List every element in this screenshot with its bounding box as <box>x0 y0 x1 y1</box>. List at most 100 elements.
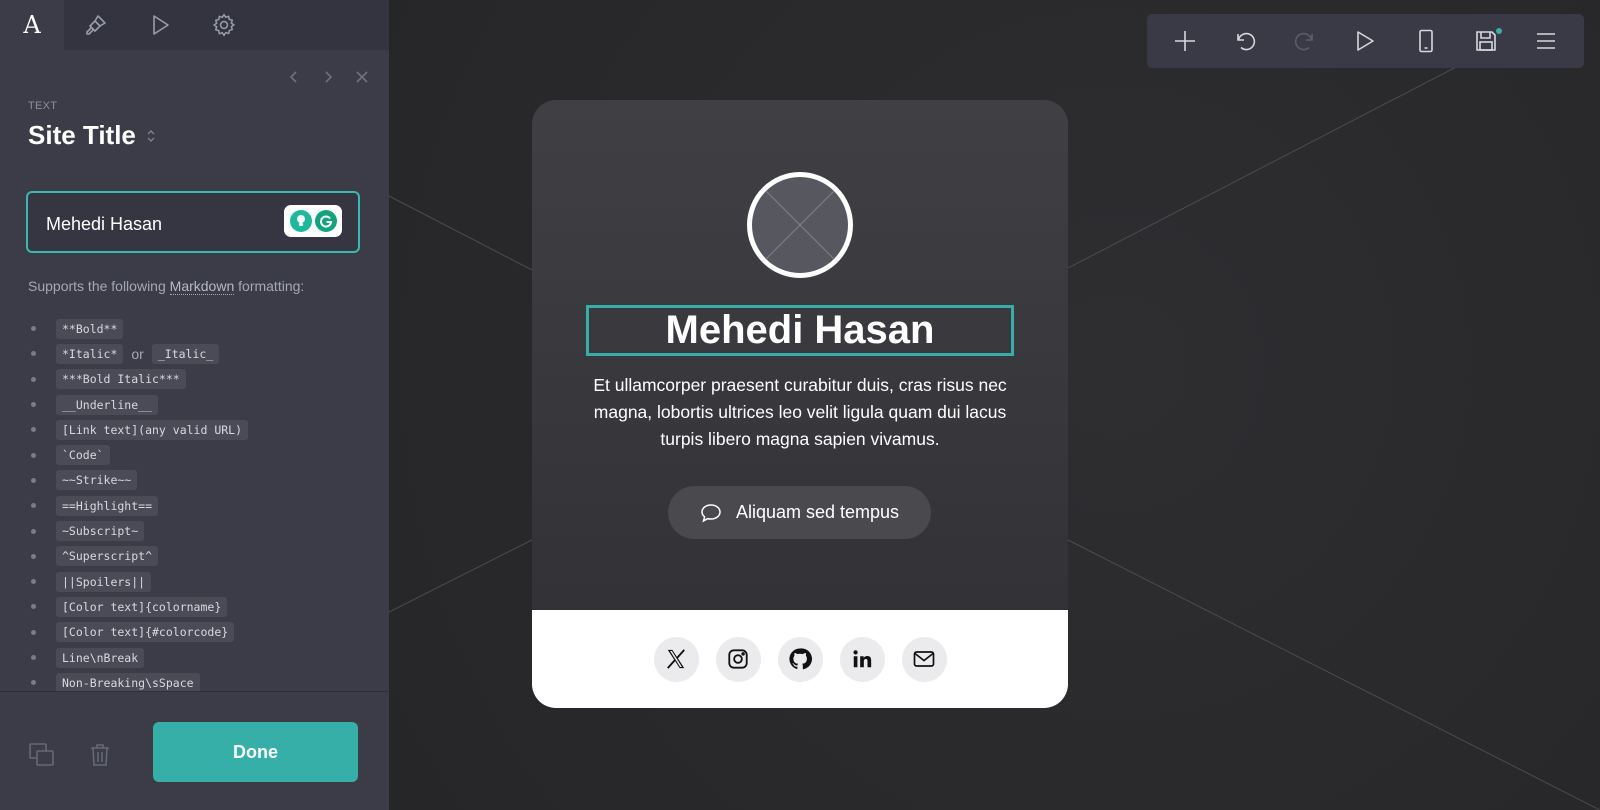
email-icon <box>913 651 935 667</box>
social-email-button[interactable] <box>901 636 947 682</box>
cta-button[interactable]: Aliquam sed tempus <box>668 486 931 539</box>
duplicate-icon <box>29 743 54 766</box>
markdown-link[interactable]: Markdown <box>169 278 235 295</box>
list-item: *Italic* or _Italic_ <box>28 341 358 366</box>
or-label: or <box>131 345 144 362</box>
redo-button[interactable] <box>1285 21 1325 61</box>
editor-panel: A TEXT Site Title Mehedi Hasan Supports … <box>0 0 389 810</box>
title-input-wrapper <box>26 191 360 253</box>
panel-nav <box>283 66 373 88</box>
markdown-hint: Supports the following Markdown formatti… <box>28 278 305 295</box>
section-label: TEXT <box>28 100 58 112</box>
unsaved-indicator <box>1495 28 1502 34</box>
site-description[interactable]: Et ullamcorper praesent curabitur duis, … <box>582 372 1018 453</box>
social-linkedin-button[interactable] <box>839 636 885 682</box>
tab-settings[interactable] <box>192 0 256 50</box>
md-hint-suffix: formatting: <box>238 278 305 294</box>
title-input[interactable] <box>46 213 276 235</box>
section-title: Site Title <box>28 120 136 150</box>
list-item: ^Superscript^ <box>28 544 358 569</box>
list-item: [Color text]{colorname} <box>28 594 358 619</box>
markdown-code: _Italic_ <box>151 343 220 364</box>
list-item: `Code` <box>28 442 358 467</box>
undo-button[interactable] <box>1225 21 1265 61</box>
duplicate-button[interactable] <box>29 742 55 768</box>
tab-animation[interactable] <box>128 0 192 50</box>
mobile-view-button[interactable] <box>1406 21 1446 61</box>
gear-icon <box>212 13 236 37</box>
list-item: ==Highlight== <box>28 493 358 518</box>
chat-bubble-icon <box>701 503 721 523</box>
cta-label: Aliquam sed tempus <box>735 502 900 522</box>
markdown-code: Line\nBreak <box>56 647 145 668</box>
social-x-button[interactable] <box>653 636 699 682</box>
social-instagram-button[interactable] <box>715 636 761 682</box>
markdown-code: ||Spoilers|| <box>56 571 152 592</box>
trash-icon <box>91 744 109 766</box>
linkedin-icon <box>853 650 872 668</box>
markdown-code: [Color text]{colorname} <box>56 596 228 617</box>
github-icon <box>789 648 812 670</box>
markdown-code: __Underline__ <box>56 394 159 415</box>
markdown-code: ~~Strike~~ <box>56 470 138 491</box>
markdown-code: [Link text](any valid URL) <box>56 419 249 440</box>
chevron-right-icon <box>325 71 333 83</box>
markdown-code: [Color text]{#colorcode} <box>56 622 235 643</box>
markdown-code: `Code` <box>56 445 110 466</box>
profile-card: Mehedi Hasan Et ullamcorper praesent cur… <box>532 100 1068 708</box>
menu-icon <box>1536 33 1555 49</box>
paintbrush-icon <box>86 15 106 35</box>
site-title[interactable]: Mehedi Hasan <box>586 305 1014 356</box>
delete-button[interactable] <box>87 742 113 768</box>
social-github-button[interactable] <box>777 636 823 682</box>
markdown-code: **Bold** <box>56 318 124 339</box>
element-selector[interactable]: Site Title <box>28 120 156 151</box>
instagram-icon <box>728 649 748 669</box>
done-button[interactable]: Done <box>153 722 358 782</box>
markdown-code: ***Bold Italic*** <box>56 369 186 390</box>
plus-icon <box>1175 31 1196 51</box>
list-item: ~~Strike~~ <box>28 468 358 493</box>
markdown-code: ~Subscript~ <box>56 521 145 542</box>
social-links <box>532 610 1068 708</box>
markdown-code: ^Superscript^ <box>56 546 159 567</box>
tab-style[interactable] <box>64 0 128 50</box>
list-item: ~Subscript~ <box>28 518 358 543</box>
list-item: ***Bold Italic*** <box>28 367 358 392</box>
md-hint-prefix: Supports the following <box>28 278 166 294</box>
chevron-left-icon <box>289 71 297 83</box>
panel-tabs: A <box>0 0 389 50</box>
mobile-icon <box>1418 29 1433 53</box>
add-element-button[interactable] <box>1165 21 1205 61</box>
list-item: Line\nBreak <box>28 645 358 670</box>
grammarly-badge[interactable] <box>284 205 342 237</box>
save-button[interactable] <box>1466 21 1506 61</box>
play-icon <box>153 15 169 35</box>
list-item: ||Spoilers|| <box>28 569 358 594</box>
redo-icon <box>1295 32 1314 51</box>
save-icon <box>1475 31 1496 51</box>
preview-canvas: Mehedi Hasan Et ullamcorper praesent cur… <box>389 0 1600 810</box>
markdown-code: ==Highlight== <box>56 495 159 516</box>
play-icon <box>1357 31 1375 51</box>
image-placeholder-icon <box>765 190 835 260</box>
undo-icon <box>1237 32 1256 51</box>
markdown-code: Non-Breaking\sSpace <box>56 672 200 693</box>
toolbar <box>1147 14 1584 68</box>
next-button[interactable] <box>317 66 339 88</box>
preview-button[interactable] <box>1345 21 1385 61</box>
previous-button[interactable] <box>283 66 305 88</box>
list-item: [Color text]{#colorcode} <box>28 620 358 645</box>
up-down-icon <box>146 128 156 144</box>
list-item: __Underline__ <box>28 392 358 417</box>
markdown-code: *Italic* <box>56 343 124 364</box>
grammarly-icon <box>314 210 337 232</box>
tab-text[interactable]: A <box>0 0 64 50</box>
markdown-list: **Bold** *Italic* or _Italic_ ***Bold Ital… <box>28 316 358 695</box>
x-twitter-icon <box>667 649 685 669</box>
menu-button[interactable] <box>1526 21 1566 61</box>
close-icon <box>356 71 368 83</box>
avatar[interactable] <box>747 172 853 278</box>
list-item: **Bold** <box>28 316 358 341</box>
close-panel-button[interactable] <box>351 66 373 88</box>
